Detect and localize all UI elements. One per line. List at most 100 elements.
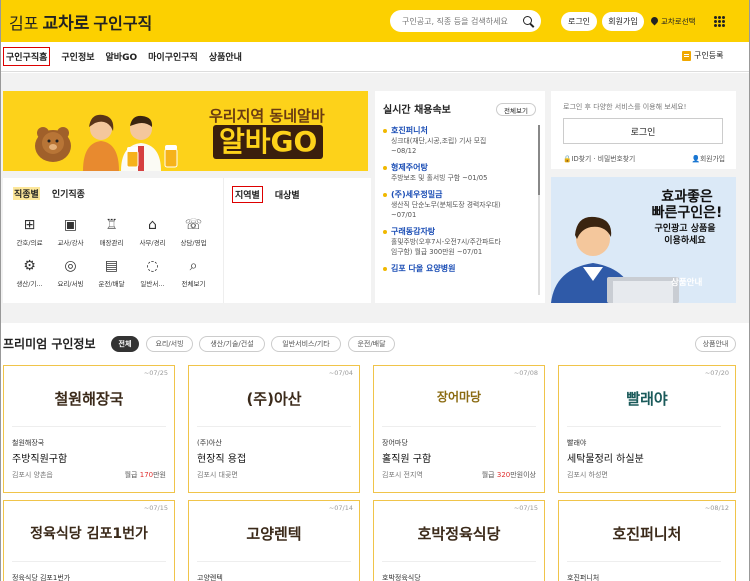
premium-title: 프리미엄 구인정보 (3, 337, 96, 351)
nav-item-my[interactable]: 마이구인구직 (148, 50, 198, 63)
list-item[interactable]: 호진퍼니처 싱크대(재단,시공,조립) 기사 모집 ~08/12 (383, 125, 533, 156)
promo-subline: 구인광고 상품을 이용하세요 (654, 224, 716, 246)
promo-banner[interactable]: 효과좋은 빠른구인은! 구인광고 상품을 이용하세요 상품안내 (551, 177, 736, 303)
login-button[interactable]: 로그인 (561, 12, 597, 31)
header-bar: 김포 교차로 구인구직 로그인 회원가입 교차로선택 (1, 0, 749, 42)
list-item[interactable]: 구래동감자탕 홀및주방(오후7시-오전7시/주간파트타 임구함) 월급 300만… (383, 226, 533, 257)
promo-headline: 효과좋은 빠른구인은! (651, 189, 723, 221)
logo-brand: 교차로 (42, 13, 90, 34)
banner-illustration (35, 114, 178, 171)
location-label: 교차로선택 (661, 17, 696, 26)
search-box (390, 10, 541, 32)
category-teacher[interactable]: ▣ 교사/강사 (50, 216, 91, 247)
tab-popular-jobs[interactable]: 인기직종 (52, 187, 85, 200)
nav-item-albago[interactable]: 알바GO (106, 50, 138, 63)
medical-bag-icon: ⊞ (23, 217, 36, 233)
find-id-link[interactable]: 🔒ID찾기 · 비밀번호찾기 (563, 153, 635, 163)
banner-headline: 우리지역 동네알바 (209, 107, 325, 125)
join-button[interactable]: 회원가입 (602, 12, 644, 31)
chip-production[interactable]: 생산/기술/건설 (199, 336, 265, 352)
find-password-link[interactable]: 비밀번호찾기 (598, 155, 636, 163)
realtime-jobs-panel: 실시간 채용속보 전체보기 호진퍼니처 싱크대(재단,시공,조립) 기사 모집 … (375, 91, 545, 303)
job-card[interactable]: ~07/04 (주)아산 (주)아산 현장직 용접 김포시 대곶면 (188, 365, 360, 493)
document-icon (682, 50, 691, 61)
list-item[interactable]: 김포 다올 요양병원 (383, 263, 533, 274)
chip-general[interactable]: 일반서비스/기타 (271, 336, 341, 352)
albago-banner[interactable]: 우리지역 동네알바 알바GO (3, 91, 368, 171)
location-selector[interactable]: 교차로선택 (651, 12, 696, 31)
region-panel: 지역별 대상별 (223, 178, 371, 303)
desk-icon: ⌂ (148, 217, 157, 233)
gear-icon: ⚙ (23, 258, 36, 274)
banner-logo-part1: 알바 (219, 125, 271, 158)
tab-by-region[interactable]: 지역별 (232, 186, 263, 203)
category-view-all[interactable]: ⌕ 전체보기 (173, 257, 214, 288)
login-box: 로그인 후 다양한 서비스를 이용해 보세요! 로그인 🔒ID찾기 · 비밀번호… (551, 91, 736, 169)
company-logo-text: 철원해장국 (54, 390, 124, 408)
job-card[interactable]: ~07/15 정육식당 김포1번가 정육식당 김포1번가 (3, 500, 175, 581)
register-job-label: 구인등록 (694, 51, 724, 60)
location-pin-icon (651, 17, 658, 26)
site-logo[interactable]: 김포 교차로 구인구직 (9, 9, 152, 34)
category-production[interactable]: ⚙ 생산/기... (9, 257, 50, 288)
shirt-icon: ♖ (105, 217, 118, 233)
company-logo-text: (주)아산 (246, 390, 302, 408)
company-logo-text: 빨래야 (626, 390, 668, 408)
job-card[interactable]: ~07/08 장어마당 장어마당 홀직원 구함 김포시 전지역 월급 320만원… (373, 365, 545, 493)
login-message: 로그인 후 다양한 서비스를 이용해 보세요! (563, 103, 687, 111)
job-card[interactable]: ~08/12 호진퍼니처 호진퍼니처 (558, 500, 736, 581)
search-icon[interactable] (522, 15, 535, 28)
logo-region: 김포 (9, 13, 39, 33)
realtime-scrollbar[interactable] (538, 125, 540, 295)
chip-all[interactable]: 전체 (111, 336, 139, 352)
nav-item-products[interactable]: 상품안내 (209, 50, 242, 63)
job-card[interactable]: ~07/14 고양렌텍 고양렌텍 (188, 500, 360, 581)
main-nav: 구인구직홈 구인정보 알바GO 마이구인구직 상품안내 구인등록 (1, 42, 749, 72)
headset-icon: ☏ (184, 217, 203, 233)
category-medical[interactable]: ⊞ 간호/의료 (9, 216, 50, 247)
job-card[interactable]: ~07/25 철원해장국 철원해장국 주방직원구함 김포시 양촌읍 월급 170… (3, 365, 175, 493)
realtime-list: 호진퍼니처 싱크대(재단,시공,조립) 기사 모집 ~08/12 형제주어탕 주… (383, 125, 533, 280)
region-tabs: 지역별 대상별 (232, 186, 300, 203)
company-logo-text: 장어마당 (436, 390, 482, 404)
category-grid: ⊞ 간호/의료 ▣ 교사/강사 ♖ 매장관리 ⌂ 사무/경리 ☏ 상담/영업 ⚙ 생산/기.… (9, 216, 214, 288)
nav-item-home[interactable]: 구인구직홈 (3, 47, 51, 66)
category-store[interactable]: ♖ 매장관리 (91, 216, 132, 247)
banner-logo: 알바GO (213, 125, 324, 159)
category-panel: 직종별 인기직종 ⊞ 간호/의료 ▣ 교사/강사 ♖ 매장관리 ⌂ 사무/경리 ☏ 상담/… (3, 178, 223, 303)
board-icon: ▣ (63, 217, 78, 233)
search-input[interactable] (402, 16, 522, 26)
register-job-link[interactable]: 구인등록 (682, 50, 723, 61)
dish-icon: ◎ (64, 258, 77, 274)
category-tabs: 직종별 인기직종 (13, 187, 85, 200)
list-item[interactable]: 형제주어탕 주방보조 및 홀서빙 구함 ~01/05 (383, 162, 533, 183)
tab-by-target[interactable]: 대상별 (275, 188, 300, 201)
chip-driving[interactable]: 운전/배달 (348, 336, 395, 352)
truck-icon: ▤ (104, 258, 119, 274)
chip-cooking[interactable]: 요리/서빙 (146, 336, 193, 352)
category-sales[interactable]: ☏ 상담/영업 (173, 216, 214, 247)
login-links: 🔒ID찾기 · 비밀번호찾기 👤회원가입 (563, 153, 725, 163)
job-card[interactable]: ~07/15 호박정육식당 호박정육식당 (373, 500, 545, 581)
realtime-view-all-button[interactable]: 전체보기 (496, 103, 536, 116)
app-menu-grid-icon[interactable] (714, 16, 725, 27)
products-button[interactable]: 상품안내 (695, 336, 736, 352)
promo-button[interactable]: 상품안내 (671, 276, 702, 288)
login-box-button[interactable]: 로그인 (563, 118, 723, 144)
tab-by-job[interactable]: 직종별 (13, 187, 40, 200)
company-logo-text: 고양렌텍 (246, 525, 302, 543)
category-office[interactable]: ⌂ 사무/경리 (132, 216, 173, 247)
page: 김포 교차로 구인구직 로그인 회원가입 교차로선택 구인구직홈 구인정보 알바… (0, 0, 750, 581)
realtime-title: 실시간 채용속보 (383, 105, 451, 116)
company-logo-text: 정육식당 김포1번가 (30, 526, 148, 542)
category-general[interactable]: ◌ 일반서... (132, 257, 173, 288)
company-logo-text: 호박정육식당 (417, 525, 501, 543)
category-driving[interactable]: ▤ 운전/배달 (91, 257, 132, 288)
list-item[interactable]: (주)세우정밀금 생산직 단순노무(분체도장 경력자우대) ~07/01 (383, 189, 533, 220)
signup-link[interactable]: 👤회원가입 (692, 153, 725, 163)
logo-section: 구인구직 (93, 13, 153, 33)
category-cooking[interactable]: ◎ 요리/서빙 (50, 257, 91, 288)
job-card[interactable]: ~07/20 빨래야 빨래야 세탁물정리 하실분 김포시 하성면 (558, 365, 736, 493)
company-logo-text: 호진퍼니처 (612, 525, 682, 543)
nav-item-jobs[interactable]: 구인정보 (61, 50, 94, 63)
